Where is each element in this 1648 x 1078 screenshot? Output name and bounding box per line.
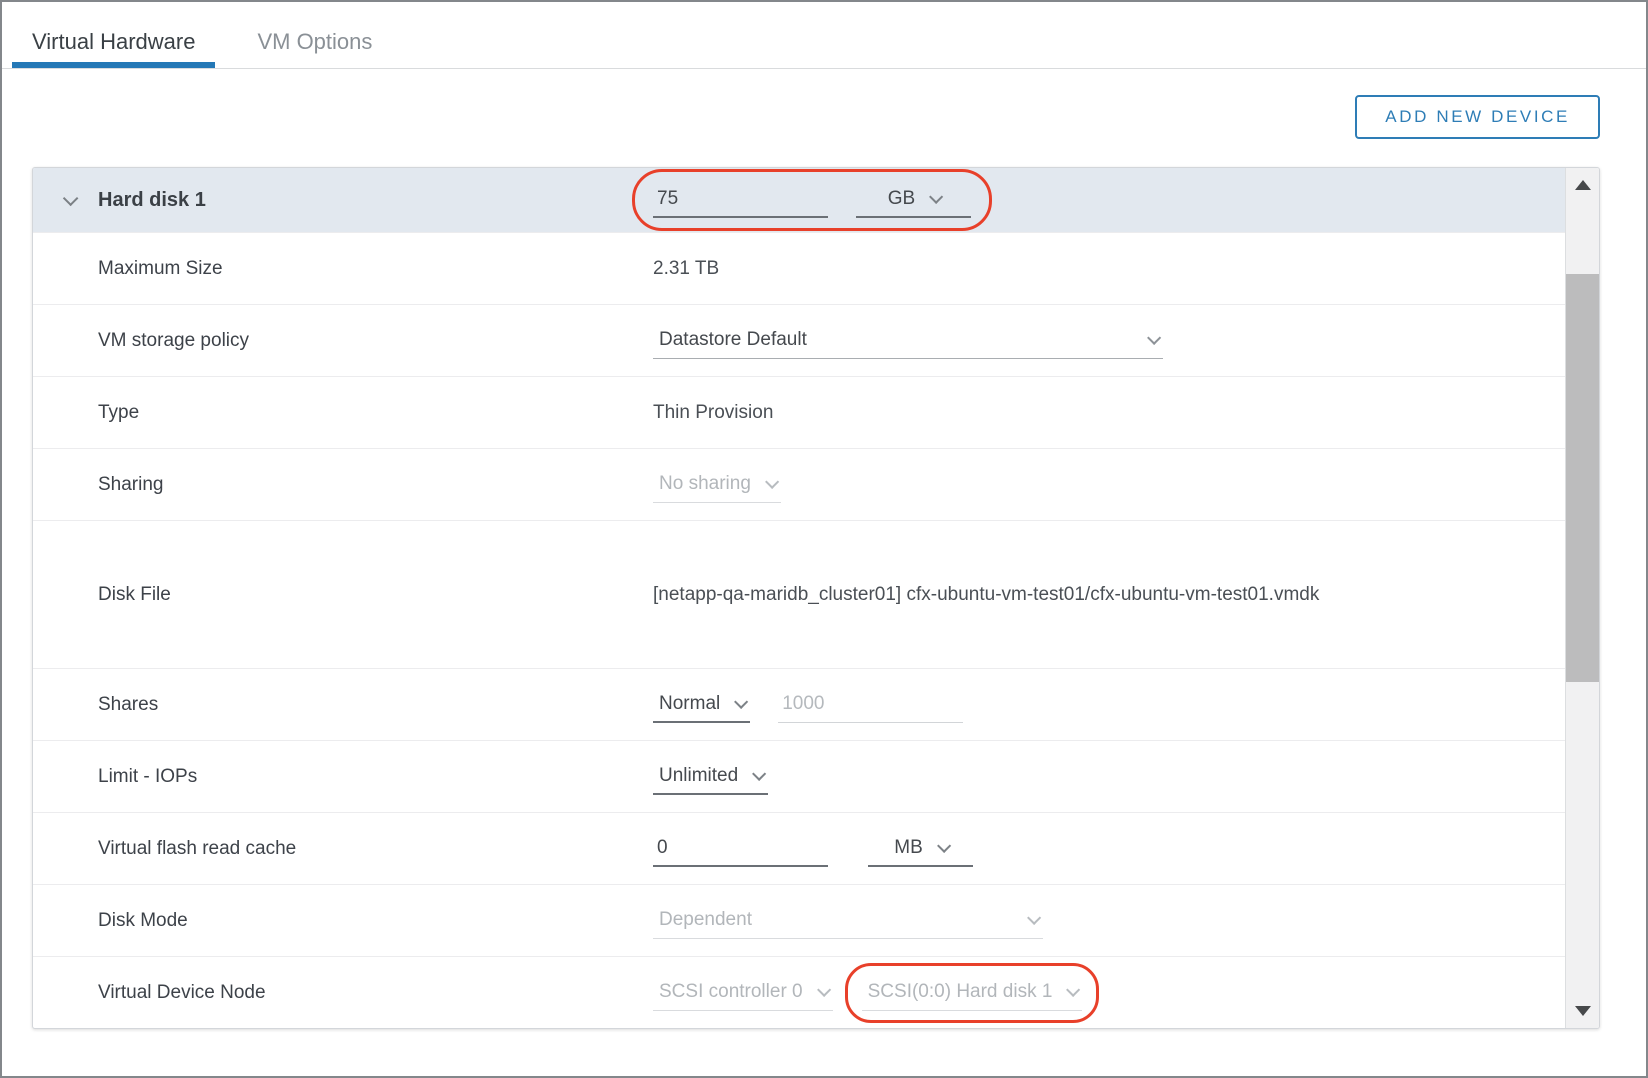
virtual-device-node-label: Virtual Device Node — [33, 982, 653, 1004]
type-label: Type — [33, 402, 653, 424]
chevron-down-icon — [752, 766, 766, 780]
tab-bar: Virtual Hardware VM Options — [2, 2, 1646, 69]
disk-mode-value: Dependent — [659, 909, 752, 931]
limit-iops-value: Unlimited — [659, 765, 738, 787]
disk-file-label: Disk File — [33, 584, 653, 606]
row-virtual-flash-read-cache: Virtual flash read cache MB — [33, 812, 1565, 884]
chevron-down-icon — [765, 475, 779, 489]
row-disk-file: Disk File [netapp-qa-maridb_cluster01] c… — [33, 520, 1565, 668]
limit-iops-label: Limit - IOPs — [33, 766, 653, 788]
hard-disk-settings: Hard disk 1 GB Maximum Size 2.31 TB — [33, 168, 1565, 1028]
vm-storage-policy-label: VM storage policy — [33, 330, 653, 352]
annotation-oval-device-node: SCSI(0:0) Hard disk 1 — [845, 963, 1100, 1023]
maximum-size-label: Maximum Size — [33, 258, 653, 280]
row-vm-storage-policy: VM storage policy Datastore Default — [33, 304, 1565, 376]
chevron-down-icon — [734, 694, 748, 708]
disk-size-unit-value: GB — [888, 188, 915, 210]
row-type: Type Thin Provision — [33, 376, 1565, 448]
maximum-size-value: 2.31 TB — [653, 258, 719, 280]
chevron-down-icon — [929, 190, 943, 204]
tab-vm-options[interactable]: VM Options — [237, 2, 392, 68]
row-sharing: Sharing No sharing — [33, 448, 1565, 520]
disk-mode-select[interactable]: Dependent — [653, 903, 1043, 939]
sharing-select[interactable]: No sharing — [653, 467, 781, 503]
shares-label: Shares — [33, 694, 653, 716]
flash-cache-input[interactable] — [653, 831, 828, 867]
disk-size-input[interactable] — [653, 182, 828, 218]
toolbar: ADD NEW DEVICE — [2, 69, 1646, 139]
disk-size-unit-select[interactable]: GB — [856, 182, 971, 218]
scsi-controller-select[interactable]: SCSI controller 0 — [653, 975, 833, 1011]
sharing-label: Sharing — [33, 474, 653, 496]
row-virtual-device-node: Virtual Device Node SCSI controller 0 SC… — [33, 956, 1565, 1028]
chevron-down-icon[interactable] — [63, 190, 79, 206]
tab-virtual-hardware[interactable]: Virtual Hardware — [12, 2, 215, 68]
device-node-select[interactable]: SCSI(0:0) Hard disk 1 — [862, 975, 1083, 1011]
type-value: Thin Provision — [653, 402, 773, 424]
scroll-up-arrow-icon[interactable] — [1575, 180, 1591, 190]
disk-file-value: [netapp-qa-maridb_cluster01] cfx-ubuntu-… — [653, 572, 1333, 618]
disk-mode-label: Disk Mode — [33, 910, 653, 932]
scrollbar[interactable] — [1565, 168, 1599, 1028]
row-limit-iops: Limit - IOPs Unlimited — [33, 740, 1565, 812]
vm-storage-policy-select[interactable]: Datastore Default — [653, 323, 1163, 359]
shares-value-input[interactable] — [778, 687, 963, 723]
sharing-value: No sharing — [659, 473, 751, 495]
hard-disk-header-left: Hard disk 1 — [33, 189, 653, 212]
shares-level-select[interactable]: Normal — [653, 687, 750, 723]
row-shares: Shares Normal — [33, 668, 1565, 740]
row-maximum-size: Maximum Size 2.31 TB — [33, 232, 1565, 304]
add-new-device-button[interactable]: ADD NEW DEVICE — [1355, 95, 1600, 139]
row-disk-mode: Disk Mode Dependent — [33, 884, 1565, 956]
hard-disk-header-row: Hard disk 1 GB — [33, 168, 1565, 232]
virtual-hardware-panel: Hard disk 1 GB Maximum Size 2.31 TB — [32, 167, 1600, 1029]
vm-storage-policy-value: Datastore Default — [659, 329, 807, 351]
chevron-down-icon — [937, 838, 951, 852]
scrollbar-thumb[interactable] — [1566, 274, 1599, 682]
flash-cache-label: Virtual flash read cache — [33, 838, 653, 860]
chevron-down-icon — [1147, 331, 1161, 345]
edit-settings-dialog: Virtual Hardware VM Options ADD NEW DEVI… — [0, 0, 1648, 1078]
chevron-down-icon — [1066, 983, 1080, 997]
chevron-down-icon — [1027, 911, 1041, 925]
scsi-controller-value: SCSI controller 0 — [659, 981, 803, 1003]
chevron-down-icon — [817, 983, 831, 997]
hard-disk-name: Hard disk 1 — [98, 189, 206, 212]
scroll-down-arrow-icon[interactable] — [1575, 1006, 1591, 1016]
flash-cache-unit-value: MB — [894, 837, 923, 859]
flash-cache-unit-select[interactable]: MB — [868, 831, 973, 867]
device-node-value: SCSI(0:0) Hard disk 1 — [868, 981, 1053, 1003]
shares-level-value: Normal — [659, 693, 720, 715]
limit-iops-select[interactable]: Unlimited — [653, 759, 768, 795]
annotation-oval-disk-size: GB — [632, 169, 992, 231]
